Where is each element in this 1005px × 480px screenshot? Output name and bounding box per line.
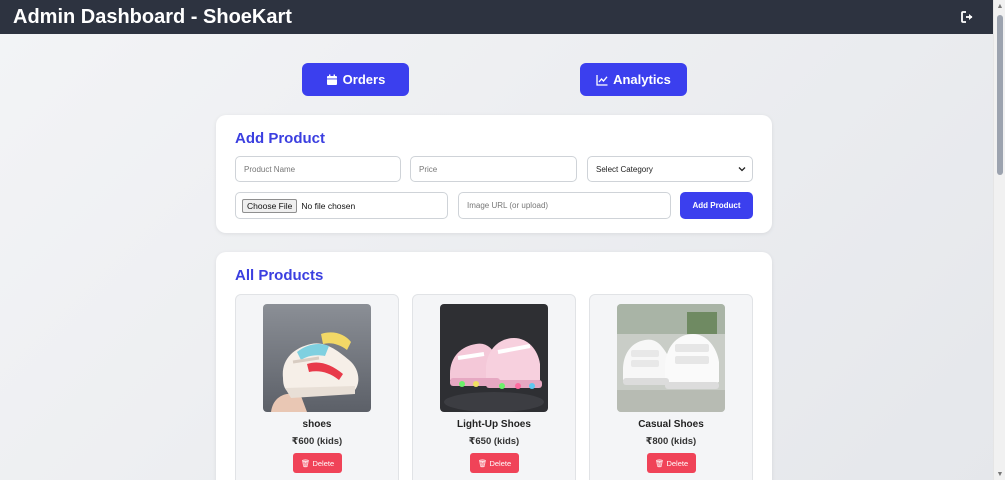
all-products-title: All Products xyxy=(235,267,324,284)
line-chart-icon xyxy=(596,74,608,86)
product-name-input[interactable]: Product Name xyxy=(235,156,401,182)
product-name: Casual Shoes xyxy=(638,419,704,430)
product-image xyxy=(440,304,548,412)
choose-file-button[interactable]: Choose File xyxy=(242,198,298,213)
product-name: Light-Up Shoes xyxy=(457,419,531,430)
analytics-label: Analytics xyxy=(613,72,671,87)
file-upload-field[interactable]: Choose File No file chosen xyxy=(235,192,448,219)
product-price: ₹650 (kids) xyxy=(468,436,520,447)
orders-label: Orders xyxy=(342,72,386,87)
analytics-button[interactable]: Analytics xyxy=(580,63,687,96)
product-name: shoes xyxy=(302,419,332,430)
product-image xyxy=(263,304,371,412)
logout-icon[interactable] xyxy=(959,9,975,25)
product-card: Light-Up Shoes ₹650 (kids) 🗑 Delete xyxy=(412,294,576,480)
scroll-down-arrow-icon[interactable]: ▼ xyxy=(994,468,1005,480)
product-card: shoes ₹600 (kids) 🗑 Delete xyxy=(235,294,399,480)
all-products-card: All Products shoes ₹600 (kids) � xyxy=(216,252,772,480)
orders-button[interactable]: Orders xyxy=(302,63,409,96)
price-input[interactable]: Price xyxy=(410,156,577,182)
delete-button[interactable]: 🗑 Delete xyxy=(647,453,696,473)
delete-button[interactable]: 🗑 Delete xyxy=(293,453,342,473)
top-bar: Admin Dashboard - ShoeKart xyxy=(0,0,993,34)
add-product-card: Add Product Product Name Price Select Ca… xyxy=(216,115,772,233)
file-status-text: No file chosen xyxy=(301,200,356,211)
calendar-icon xyxy=(326,74,337,85)
product-price: ₹800 (kids) xyxy=(645,436,697,447)
category-select[interactable]: Select Category xyxy=(587,156,753,182)
scrollbar-thumb[interactable] xyxy=(997,15,1003,175)
add-product-title: Add Product xyxy=(235,130,325,147)
image-url-input[interactable]: Image URL (or upload) xyxy=(458,192,671,219)
product-price: ₹600 (kids) xyxy=(291,436,343,447)
product-card: Casual Shoes ₹800 (kids) 🗑 Delete xyxy=(589,294,753,480)
page-title: Admin Dashboard - ShoeKart xyxy=(13,6,292,28)
chevron-down-icon xyxy=(738,165,746,174)
page-scrollbar[interactable]: ▲ ▼ xyxy=(993,0,1005,480)
product-image xyxy=(617,304,725,412)
delete-button[interactable]: 🗑 Delete xyxy=(470,453,519,473)
scroll-up-arrow-icon[interactable]: ▲ xyxy=(994,0,1005,12)
add-product-button[interactable]: Add Product xyxy=(680,192,753,219)
